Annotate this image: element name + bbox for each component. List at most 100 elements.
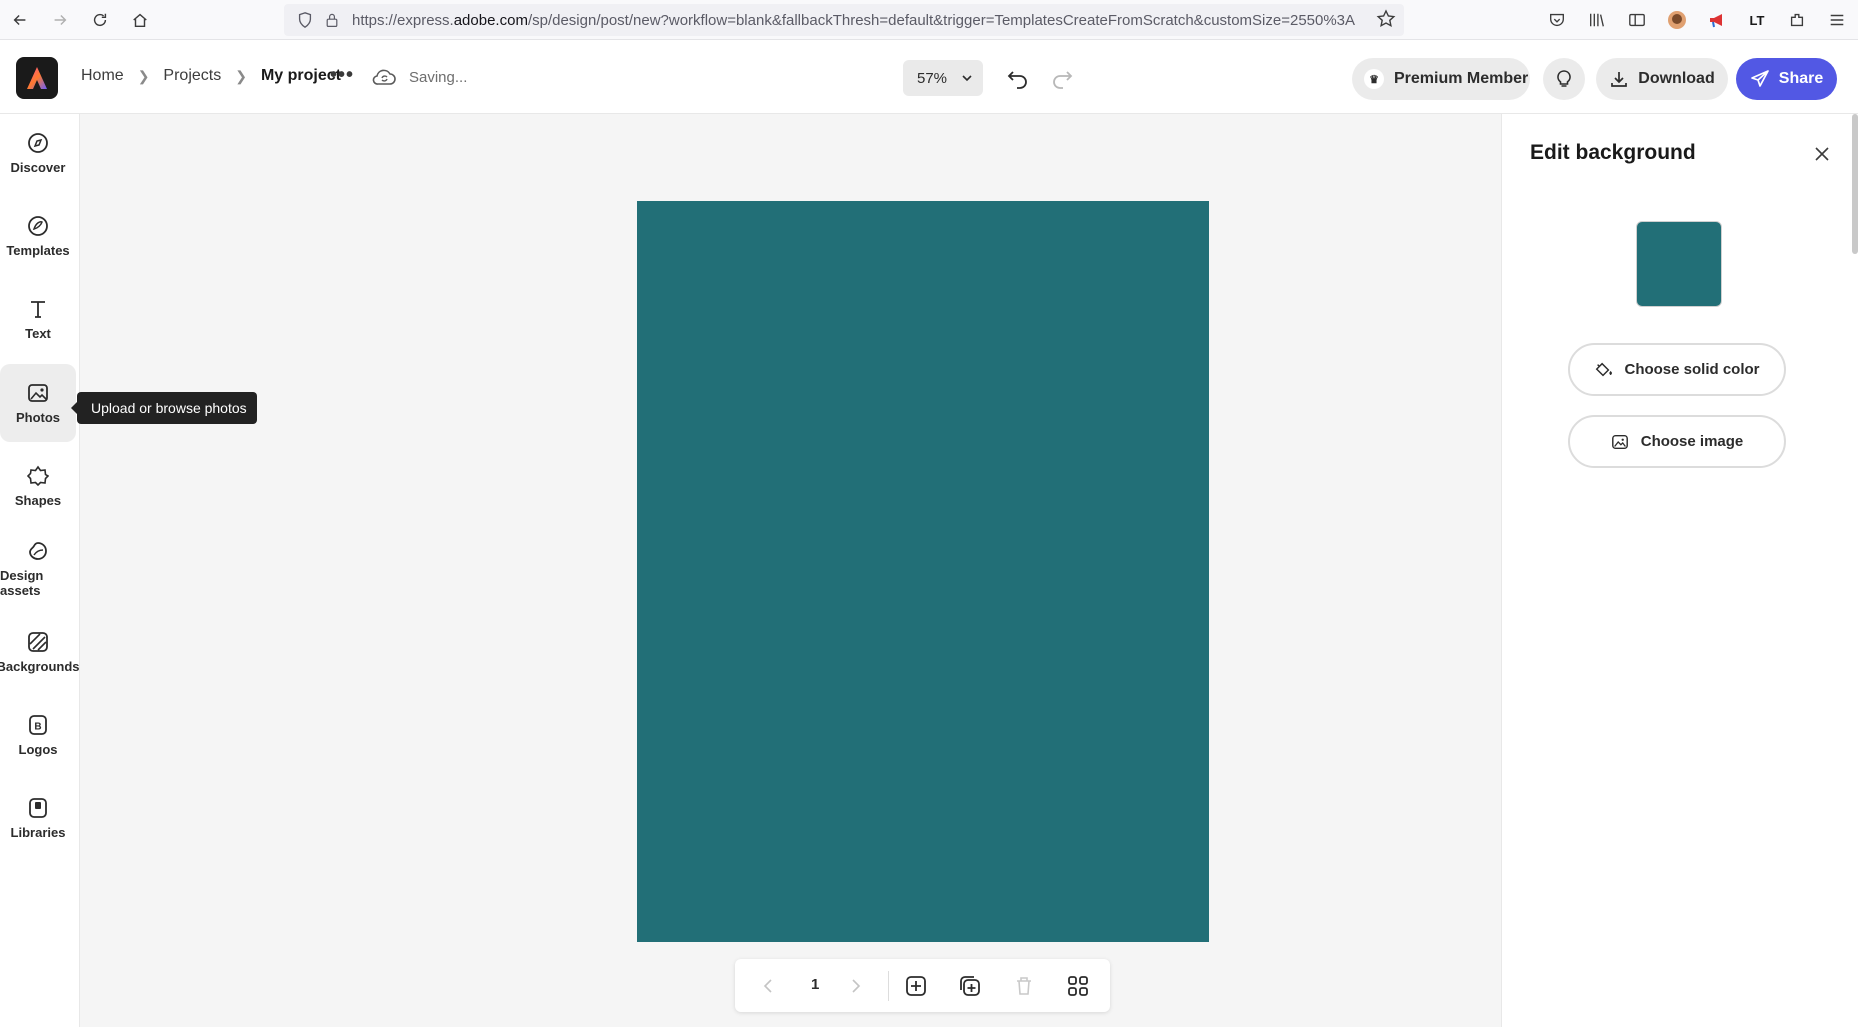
page-navigation-bar: 1: [735, 959, 1110, 1012]
forward-button[interactable]: [40, 0, 80, 40]
rail-label: Shapes: [14, 492, 62, 508]
edit-background-panel: Edit background Choose solid color Choos…: [1501, 114, 1858, 1027]
next-page-button[interactable]: [843, 973, 869, 999]
trash-icon: [1017, 977, 1031, 995]
lightbulb-icon: [1557, 70, 1571, 87]
shield-icon: [298, 12, 312, 29]
page-number: 1: [811, 976, 820, 993]
chevron-down-icon: [962, 75, 972, 82]
url-path: /sp/design/post/new?workflow=blank&fallb…: [527, 11, 1356, 29]
delete-page-button[interactable]: [1011, 973, 1037, 999]
ideas-button[interactable]: [1543, 58, 1585, 100]
sidebar-icon[interactable]: [1626, 9, 1648, 31]
arrow-right-icon: [54, 14, 67, 25]
app-header: Home ❯ Projects ❯ My project ••• Saving.…: [0, 40, 1858, 114]
logos-icon: B: [29, 714, 47, 735]
text-icon: [31, 300, 45, 318]
photos-tooltip: Upload or browse photos: [71, 392, 257, 424]
home-button[interactable]: [120, 0, 160, 40]
crown-icon: ♛: [1364, 69, 1384, 89]
premium-member-button[interactable]: ♛ Premium Member: [1352, 58, 1530, 100]
rail-item-text[interactable]: Text: [0, 280, 76, 358]
extension-lt-icon[interactable]: LT: [1746, 9, 1768, 31]
design-assets-icon: [29, 542, 47, 560]
image-icon: [1611, 434, 1628, 449]
close-icon[interactable]: [1812, 144, 1832, 164]
reload-button[interactable]: [80, 0, 120, 40]
chevron-right-icon: ❯: [235, 67, 247, 84]
solid-color-label: Choose solid color: [1624, 361, 1760, 378]
choose-solid-color-button[interactable]: Choose solid color: [1568, 343, 1786, 396]
image-label: Choose image: [1640, 433, 1744, 450]
library-icon[interactable]: [1586, 9, 1608, 31]
address-bar[interactable]: https://express.adobe.com/sp/design/post…: [284, 4, 1404, 36]
lock-icon: [326, 13, 338, 27]
rail-item-backgrounds[interactable]: Backgrounds: [0, 613, 80, 691]
rail-item-photos[interactable]: Photos: [0, 364, 76, 442]
express-logo-icon: [27, 67, 47, 89]
paint-bucket-icon: [1596, 362, 1613, 376]
grid-icon: [1068, 976, 1088, 996]
design-canvas-page[interactable]: [637, 201, 1209, 942]
browser-extensions: LT: [1546, 0, 1848, 40]
rail-item-logos[interactable]: B Logos: [0, 696, 76, 774]
redo-icon[interactable]: [1049, 65, 1075, 91]
rail-label: Discover: [10, 159, 66, 175]
back-button[interactable]: [0, 0, 40, 40]
megaphone-icon[interactable]: [1706, 9, 1728, 31]
extensions-puzzle-icon[interactable]: [1786, 9, 1808, 31]
rail-item-shapes[interactable]: Shapes: [0, 447, 76, 525]
breadcrumb-home[interactable]: Home: [81, 67, 124, 85]
pocket-icon[interactable]: [1546, 9, 1568, 31]
libraries-icon: [29, 797, 47, 818]
rail-label: Templates: [6, 242, 70, 258]
premium-label: Premium Member: [1394, 70, 1529, 87]
backgrounds-icon: [28, 631, 48, 652]
panel-scrollbar[interactable]: [1852, 114, 1858, 254]
rail-item-templates[interactable]: Templates: [0, 197, 76, 275]
rail-label: Backgrounds: [0, 658, 80, 674]
adobe-express-logo[interactable]: [16, 57, 58, 99]
rail-label: Libraries: [10, 824, 66, 840]
share-button[interactable]: Share: [1736, 58, 1837, 100]
menu-hamburger-icon[interactable]: [1826, 9, 1848, 31]
download-button[interactable]: Download: [1596, 58, 1728, 100]
previous-page-button[interactable]: [755, 973, 781, 999]
project-title[interactable]: My project: [261, 67, 341, 85]
url-text: https://express.adobe.com/sp/design/post…: [352, 12, 1355, 29]
account-avatar-icon[interactable]: [1666, 9, 1688, 31]
breadcrumb-projects[interactable]: Projects: [163, 67, 221, 85]
more-options-icon[interactable]: •••: [330, 64, 354, 87]
divider: [888, 971, 889, 1001]
arrow-left-icon: [13, 14, 26, 25]
rail-item-discover[interactable]: Discover: [0, 114, 76, 192]
reload-icon: [93, 13, 107, 26]
background-color-swatch[interactable]: [1636, 221, 1722, 307]
url-domain: adobe.com: [453, 11, 528, 29]
panel-title: Edit background: [1530, 141, 1696, 164]
left-toolbar: Discover Templates Text Photos Shapes De…: [0, 114, 80, 1027]
duplicate-page-button[interactable]: [957, 973, 983, 999]
grid-view-button[interactable]: [1065, 973, 1091, 999]
share-label: Share: [1778, 70, 1824, 87]
download-label: Download: [1638, 70, 1715, 87]
rail-label: Text: [25, 325, 51, 341]
duplicate-icon: [960, 976, 980, 996]
undo-icon[interactable]: [1005, 65, 1031, 91]
bookmark-star-icon[interactable]: [1376, 9, 1396, 29]
rail-item-design-assets[interactable]: Design assets: [0, 530, 76, 608]
chevron-right-icon: [852, 979, 861, 993]
svg-text:B: B: [34, 721, 41, 732]
rail-item-libraries[interactable]: Libraries: [0, 779, 76, 857]
download-icon: [1611, 72, 1628, 87]
zoom-dropdown[interactable]: 57%: [903, 60, 983, 96]
rail-label: Logos: [18, 741, 58, 757]
rail-label: Photos: [15, 409, 61, 425]
rail-label: Design assets: [0, 568, 44, 598]
add-page-button[interactable]: [903, 973, 929, 999]
add-page-icon: [906, 976, 926, 996]
choose-image-button[interactable]: Choose image: [1568, 415, 1786, 468]
templates-icon: [28, 215, 48, 236]
home-icon: [133, 13, 147, 27]
shapes-icon: [27, 465, 49, 486]
